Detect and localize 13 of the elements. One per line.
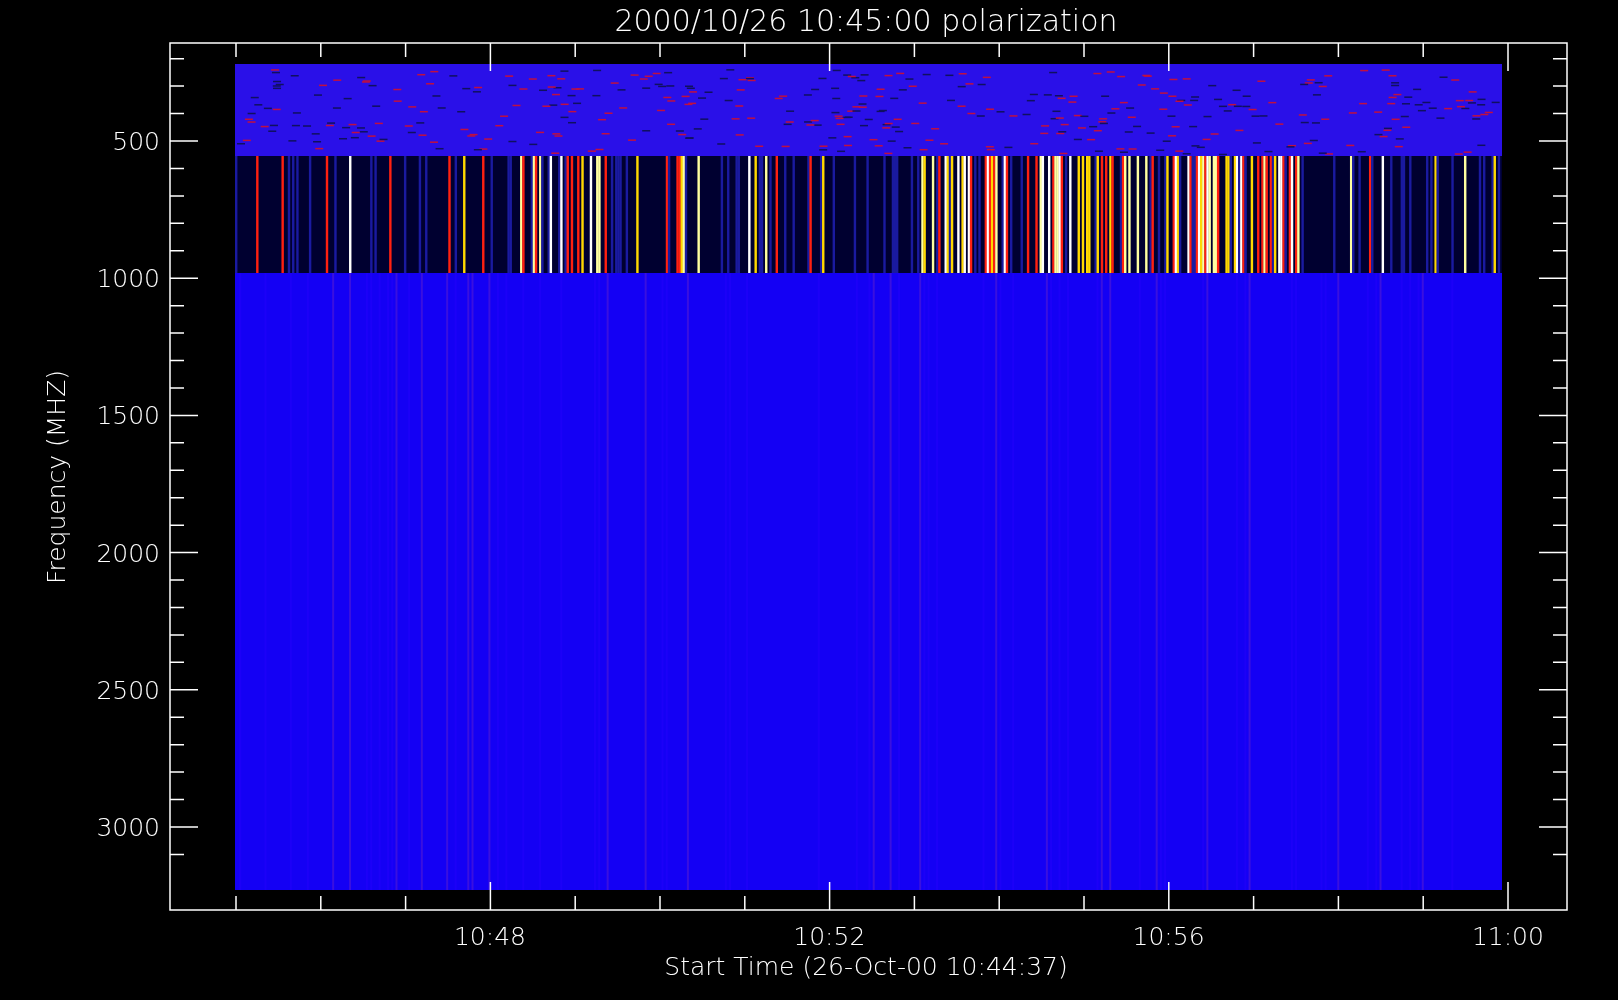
x-tick-label: 10:48 <box>454 922 526 951</box>
y-tick-label: 2000 <box>96 538 160 568</box>
x-tick-label: 11:00 <box>1471 922 1544 951</box>
x-tick-label: 10:56 <box>1132 922 1205 951</box>
x-axis-label: Start Time (26-Oct-00 10:44:37) <box>664 952 1068 981</box>
plot-title: 2000/10/26 10:45:00 polarization <box>614 3 1118 38</box>
x-tick-label: 10:52 <box>793 922 866 951</box>
y-tick-label: 1000 <box>96 264 160 294</box>
y-tick-label: 2500 <box>96 675 160 705</box>
y-tick-label: 3000 <box>96 813 160 842</box>
y-axis-label: Frequency (MHZ) <box>42 369 71 585</box>
y-tick-label: 500 <box>112 127 160 156</box>
y-tick-label: 1500 <box>96 401 160 431</box>
